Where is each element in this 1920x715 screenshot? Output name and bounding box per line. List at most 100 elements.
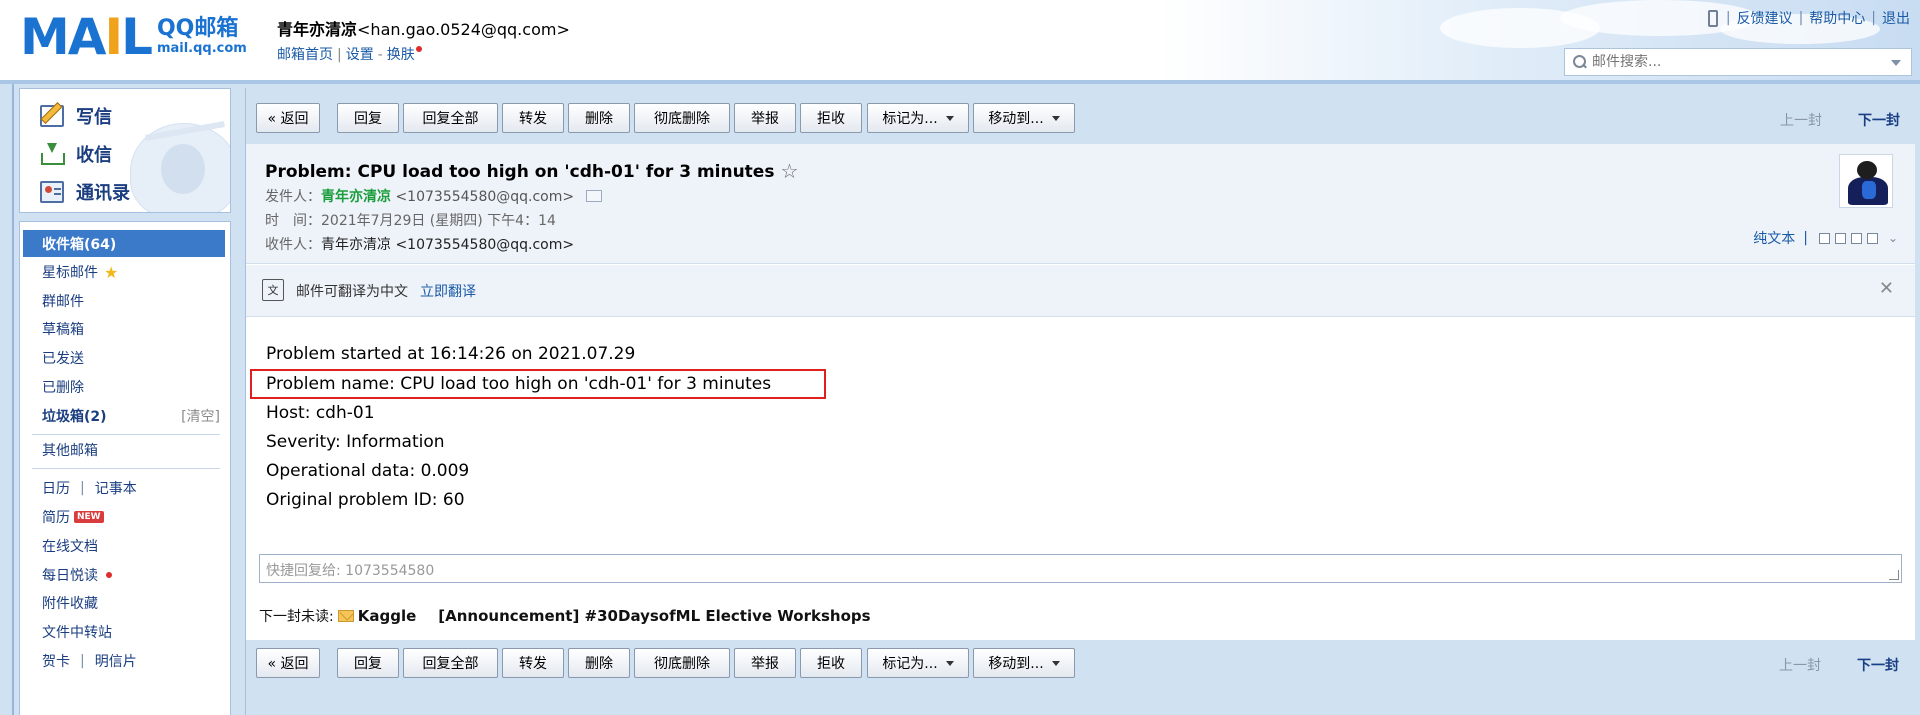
contacts-button[interactable]: 通讯录 — [40, 179, 130, 205]
reject-button[interactable]: 拒收 — [800, 103, 862, 133]
download-icon[interactable] — [1850, 232, 1862, 244]
mark-as-dropdown[interactable]: 标记为... — [867, 103, 969, 133]
feedback-link[interactable]: 反馈建议 — [1737, 8, 1793, 28]
reply-button-bottom[interactable]: 回复 — [337, 648, 399, 678]
change-skin-link[interactable]: 换肤 — [387, 47, 415, 63]
prev-mail-link-bottom[interactable]: 上一封 — [1779, 655, 1821, 675]
delete-button-bottom[interactable]: 删除 — [568, 648, 630, 678]
daily-reading-link[interactable]: 每日悦读 — [20, 562, 232, 588]
postcard-link[interactable]: 明信片 — [95, 651, 137, 671]
folder-drafts[interactable]: 草稿箱 — [20, 316, 232, 342]
logo-qq-text: QQ邮箱 — [156, 16, 239, 41]
greeting-card-link[interactable]: 贺卡 — [42, 651, 70, 671]
search-input[interactable] — [1592, 54, 1882, 70]
move-to-dropdown[interactable]: 移动到... — [973, 103, 1075, 133]
folder-list: 收件箱(64) 星标邮件 ★ 群邮件 草稿箱 已发送 已删除 垃圾箱(2) [清空]… — [19, 221, 231, 715]
permanent-delete-button[interactable]: 彻底删除 — [634, 103, 730, 133]
sender-address: <1073554580@qq.com> — [395, 189, 575, 205]
receive-label: 收信 — [76, 145, 112, 166]
reply-button[interactable]: 回复 — [337, 103, 399, 133]
sender-name[interactable]: 青年亦清凉 — [321, 189, 391, 205]
star-icon[interactable]: ☆ — [780, 159, 798, 183]
resize-grip-icon[interactable] — [1889, 570, 1899, 580]
print-icon[interactable] — [1866, 232, 1878, 244]
next-unread-subject[interactable]: [Announcement] #30DaysofML Elective Work… — [438, 607, 870, 625]
folder-group[interactable]: 群邮件 — [20, 288, 232, 314]
move-to-label: 移动到... — [988, 111, 1044, 127]
folder-sent[interactable]: 已发送 — [20, 345, 232, 371]
next-unread-row: 下一封未读: Kaggle [Announcement] #30DaysofML… — [259, 606, 871, 626]
compose-button[interactable]: 写信 — [40, 103, 112, 129]
search-dropdown-icon[interactable] — [1891, 60, 1901, 66]
new-window-icon[interactable] — [1818, 232, 1830, 244]
compose-icon — [40, 105, 64, 127]
quick-reply-input[interactable]: 快捷回复给: 1073554580 — [259, 554, 1902, 583]
receive-button[interactable]: 收信 — [40, 141, 112, 167]
translate-now-link[interactable]: 立即翻译 — [420, 284, 476, 300]
user-info: 青年亦清凉<han.gao.0524@qq.com> 邮箱首页 | 设置 - 换肤 — [277, 20, 570, 63]
calendar-link[interactable]: 日历 — [42, 478, 70, 498]
folder-spam[interactable]: 垃圾箱(2) [清空] — [20, 403, 232, 429]
forward-button[interactable]: 转发 — [502, 103, 564, 133]
calendar-notes-row: 日历 | 记事本 — [42, 478, 137, 498]
permanent-delete-button-bottom[interactable]: 彻底删除 — [634, 648, 730, 678]
folder-inbox[interactable]: 收件箱(64) — [23, 230, 225, 257]
resume-link[interactable]: 简历 NEW — [20, 504, 232, 530]
translate-bar: 文 邮件可翻译为中文 立即翻译 ✕ — [246, 265, 1915, 317]
compose-label: 写信 — [76, 107, 112, 128]
back-button[interactable]: « 返回 — [256, 103, 320, 133]
chevron-down-icon — [1051, 660, 1060, 666]
online-docs-link[interactable]: 在线文档 — [20, 533, 232, 559]
close-icon[interactable]: ✕ — [1879, 278, 1894, 299]
translate-icon: 文 — [262, 279, 284, 301]
next-mail-link[interactable]: 下一封 — [1858, 110, 1900, 130]
next-unread-sender[interactable]: Kaggle — [358, 607, 417, 625]
online-docs-label: 在线文档 — [42, 539, 98, 555]
file-transfer-link[interactable]: 文件中转站 — [20, 619, 232, 645]
notepad-link[interactable]: 记事本 — [95, 478, 137, 498]
plain-text-link[interactable]: 纯文本 — [1753, 228, 1795, 248]
expand-icon[interactable]: ⌄ — [1888, 231, 1898, 245]
top-header: MAIL QQ邮箱 mail.qq.com 青年亦清凉<han.gao.0524… — [0, 0, 1920, 84]
logout-link[interactable]: 退出 — [1882, 8, 1910, 28]
folder-drafts-label: 草稿箱 — [42, 322, 84, 338]
next-mail-link-bottom[interactable]: 下一封 — [1857, 655, 1899, 675]
prev-mail-link[interactable]: 上一封 — [1780, 110, 1822, 130]
reply-all-button-bottom[interactable]: 回复全部 — [403, 648, 498, 678]
body-line: Original problem ID: 60 — [266, 490, 465, 510]
forward-button-bottom[interactable]: 转发 — [502, 648, 564, 678]
copy-icon[interactable] — [1834, 232, 1846, 244]
move-to-dropdown-bottom[interactable]: 移动到... — [973, 648, 1075, 678]
folder-starred[interactable]: 星标邮件 ★ — [20, 259, 232, 285]
delete-button[interactable]: 删除 — [568, 103, 630, 133]
translate-text: 邮件可翻译为中文 — [296, 284, 408, 300]
reply-all-button[interactable]: 回复全部 — [403, 103, 498, 133]
folder-divider — [32, 434, 220, 435]
chevron-down-icon — [1051, 115, 1060, 121]
report-button[interactable]: 举报 — [734, 103, 796, 133]
mail-search-box[interactable] — [1564, 48, 1912, 76]
report-button-bottom[interactable]: 举报 — [734, 648, 796, 678]
folder-deleted[interactable]: 已删除 — [20, 374, 232, 400]
chevron-down-icon — [945, 115, 954, 121]
help-center-link[interactable]: 帮助中心 — [1809, 8, 1865, 28]
settings-link[interactable]: 设置 — [346, 47, 374, 63]
contact-card-icon[interactable] — [586, 190, 603, 202]
body-line: Host: cdh-01 — [266, 403, 375, 423]
folder-deleted-label: 已删除 — [42, 380, 84, 396]
back-button-bottom[interactable]: « 返回 — [256, 648, 320, 678]
highlighted-body-line: Problem name: CPU load too high on 'cdh-… — [250, 369, 826, 399]
mark-as-label: 标记为... — [882, 111, 938, 127]
reject-button-bottom[interactable]: 拒收 — [800, 648, 862, 678]
folder-other-mailbox[interactable]: 其他邮箱 — [20, 437, 232, 463]
mark-as-dropdown-bottom[interactable]: 标记为... — [867, 648, 969, 678]
sender-avatar[interactable] — [1839, 154, 1893, 208]
mailbox-home-link[interactable]: 邮箱首页 — [277, 47, 333, 63]
clear-spam-link[interactable]: [清空] — [181, 406, 220, 426]
attachment-favorites-link[interactable]: 附件收藏 — [20, 590, 232, 616]
qq-mail-logo[interactable]: MAIL QQ邮箱 mail.qq.com — [20, 12, 247, 62]
phone-icon[interactable] — [1707, 9, 1718, 27]
move-to-label: 移动到... — [988, 656, 1044, 672]
main-actions-panel: 写信 收信 通讯录 — [19, 88, 231, 213]
from-label: 发件人： — [265, 189, 321, 205]
